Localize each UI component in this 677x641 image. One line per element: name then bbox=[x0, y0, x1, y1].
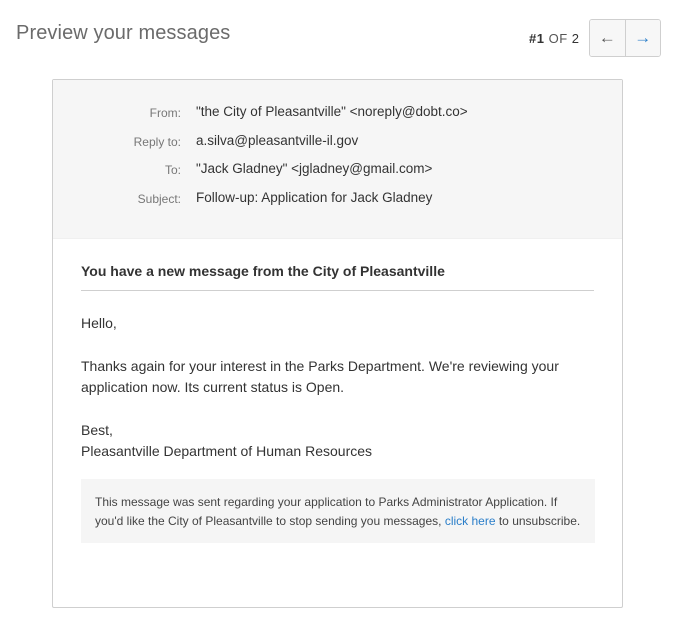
closing-line: Best, bbox=[81, 422, 113, 438]
to-value: "Jack Gladney" <jgladney@gmail.com> bbox=[196, 161, 433, 176]
note-text-after: to unsubscribe. bbox=[495, 514, 581, 528]
unsubscribe-link[interactable]: click here bbox=[445, 514, 496, 528]
prev-message-button[interactable]: ← bbox=[590, 20, 626, 56]
email-body: You have a new message from the City of … bbox=[53, 239, 622, 543]
pager-total: 2 bbox=[571, 31, 580, 46]
message-pager: #1 OF 2 bbox=[529, 31, 580, 46]
message-paragraph: Thanks again for your interest in the Pa… bbox=[81, 358, 559, 395]
from-label: From: bbox=[149, 106, 181, 120]
message-heading: You have a new message from the City of … bbox=[81, 239, 594, 291]
signature: Pleasantville Department of Human Resour… bbox=[81, 443, 373, 459]
message-nav: ← → bbox=[589, 19, 661, 57]
header-row-subject: Subject: Follow-up: Application for Jack… bbox=[53, 190, 622, 210]
page-title: Preview your messages bbox=[16, 22, 231, 44]
greeting: Hello, bbox=[81, 315, 117, 331]
to-label: To: bbox=[164, 163, 181, 177]
email-headers: From: "the City of Pleasantville" <norep… bbox=[53, 80, 622, 239]
next-message-button[interactable]: → bbox=[625, 20, 660, 56]
reply-to-value: a.silva@pleasantville-il.gov bbox=[196, 133, 359, 148]
subject-value: Follow-up: Application for Jack Gladney bbox=[196, 190, 433, 205]
header-row-from: From: "the City of Pleasantville" <norep… bbox=[53, 104, 622, 124]
pager-current: #1 bbox=[529, 31, 545, 46]
arrow-right-icon: → bbox=[634, 28, 652, 47]
reply-to-label: Reply to: bbox=[133, 135, 181, 149]
subject-label: Subject: bbox=[137, 192, 181, 206]
pager-of-label: OF bbox=[548, 31, 568, 46]
arrow-left-icon: ← bbox=[598, 28, 616, 47]
header-row-to: To: "Jack Gladney" <jgladney@gmail.com> bbox=[53, 161, 622, 181]
message-preview-card: From: "the City of Pleasantville" <norep… bbox=[52, 79, 623, 608]
unsubscribe-note: This message was sent regarding your app… bbox=[81, 479, 595, 543]
header-row-reply-to: Reply to: a.silva@pleasantville-il.gov bbox=[53, 133, 622, 153]
from-value: "the City of Pleasantville" <noreply@dob… bbox=[196, 104, 468, 119]
closing: Best, Pleasantville Department of Human … bbox=[81, 420, 594, 462]
